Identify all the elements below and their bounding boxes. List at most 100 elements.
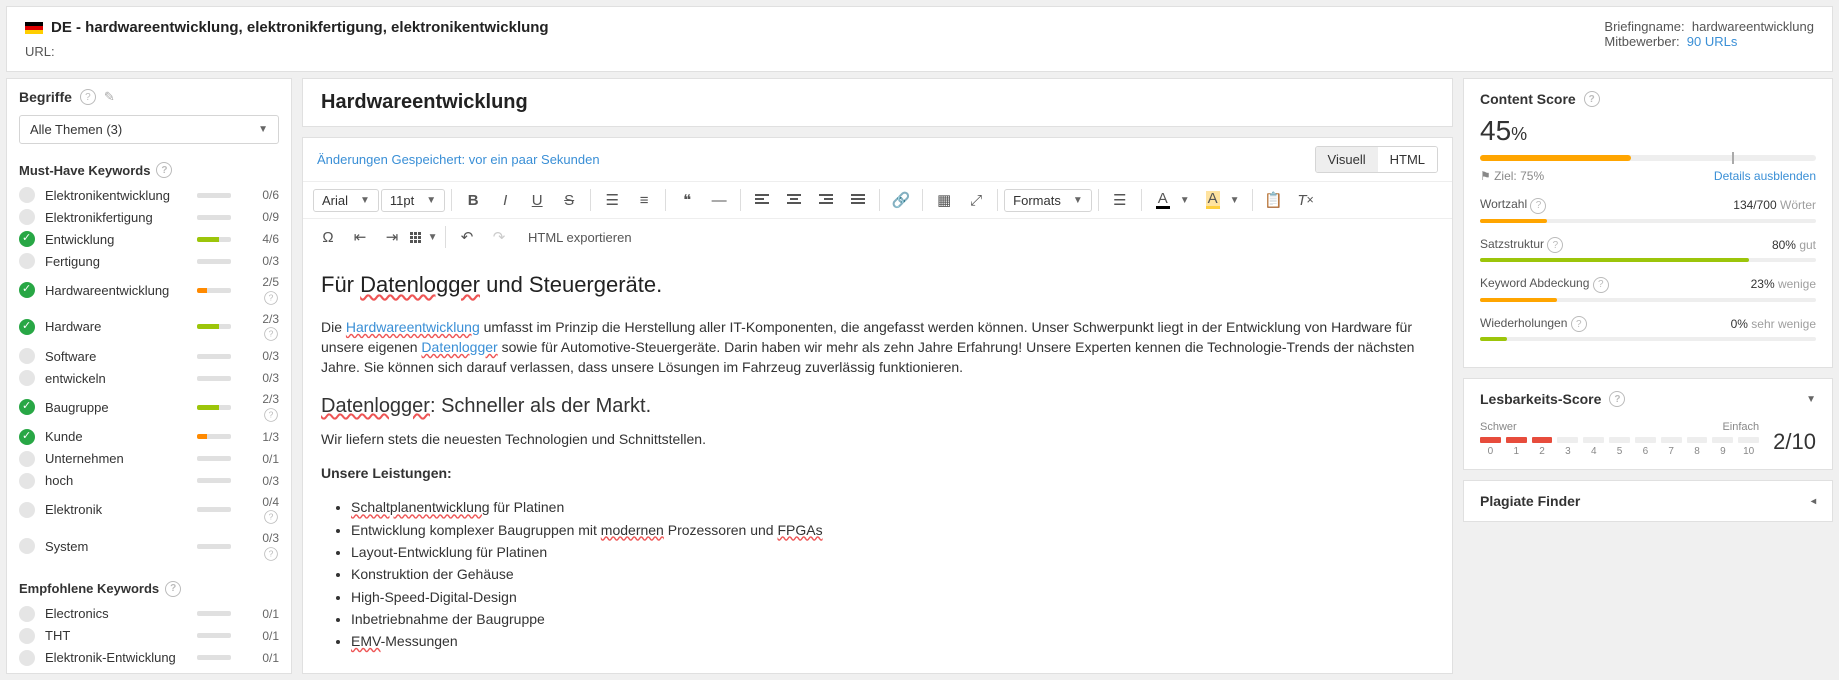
keyword-row[interactable]: Elektronik-Entwicklung 0/1 — [19, 647, 279, 669]
readability-tick: 9 — [1712, 446, 1733, 457]
header-title: DE - hardwareentwicklung, elektronikfert… — [51, 19, 549, 36]
help-icon[interactable]: ? — [156, 162, 172, 178]
tab-visual[interactable]: Visuell — [1316, 147, 1378, 172]
help-icon[interactable]: ? — [1584, 91, 1600, 107]
keyword-row[interactable]: Entwicklung 4/6 — [19, 228, 279, 250]
help-icon[interactable]: ? — [1593, 277, 1609, 293]
keyword-ratio: 0/1 — [245, 607, 279, 621]
content-h2: Für Datenlogger und Steuergeräte. — [321, 269, 1434, 301]
help-icon[interactable]: ? — [264, 327, 278, 341]
table-button[interactable]: ▼ — [409, 223, 439, 251]
keyword-row[interactable]: Electronics 0/1 — [19, 603, 279, 625]
italic-button[interactable]: I — [490, 186, 520, 214]
plagiarism-panel[interactable]: Plagiate Finder ◂ — [1463, 480, 1833, 522]
help-icon[interactable]: ? — [264, 291, 278, 305]
page-header: DE - hardwareentwicklung, elektronikfert… — [6, 6, 1833, 72]
readability-hard-label: Schwer — [1480, 421, 1517, 433]
status-dot-icon — [19, 209, 35, 225]
help-icon[interactable]: ? — [1571, 316, 1587, 332]
fullscreen-button[interactable]: ⤢ — [961, 186, 991, 214]
keyword-row[interactable]: Baugruppe 2/3 ? — [19, 389, 279, 426]
formats-select[interactable]: Formats▼ — [1004, 189, 1092, 212]
keyword-row[interactable]: Elektronikfertigung 0/9 — [19, 206, 279, 228]
readability-score: 2/10 — [1773, 429, 1816, 455]
chevron-down-icon[interactable]: ▼ — [1180, 195, 1190, 206]
keyword-name: Elektronik-Entwicklung — [45, 650, 197, 665]
metric-value: 80% — [1772, 238, 1796, 252]
paste-button[interactable]: 📋 — [1259, 186, 1289, 214]
topic-dropdown[interactable]: Alle Themen (3) ▼ — [19, 115, 279, 144]
metric-tag: Wörter — [1780, 198, 1816, 212]
special-char-button[interactable]: Ω — [313, 223, 343, 251]
text-color-button[interactable]: A — [1148, 186, 1178, 214]
url-label: URL: — [25, 44, 55, 59]
metric-tag: wenige — [1778, 277, 1816, 291]
metric-label: Keyword Abdeckung ? — [1480, 276, 1609, 293]
briefing-label: Briefingname: — [1604, 19, 1684, 34]
keyword-row[interactable]: Fertigung 0/3 — [19, 250, 279, 272]
details-toggle[interactable]: Details ausblenden — [1714, 169, 1816, 183]
align-center-button[interactable] — [779, 186, 809, 214]
keyword-name: Baugruppe — [45, 400, 197, 415]
chevron-down-icon[interactable]: ▼ — [1806, 394, 1816, 405]
help-icon[interactable]: ? — [1609, 391, 1625, 407]
keyword-row[interactable]: Hardwareentwicklung 2/5 ? — [19, 272, 279, 309]
underline-button[interactable]: U — [522, 186, 552, 214]
content-p2: Wir liefern stets die neuesten Technolog… — [321, 429, 1434, 449]
font-size-select[interactable]: 11pt▼ — [381, 189, 445, 212]
justify-button[interactable]: ☰ — [1105, 186, 1135, 214]
keyword-name: Elektronikfertigung — [45, 210, 197, 225]
chevron-down-icon[interactable]: ▼ — [1230, 195, 1240, 206]
keyword-ratio: 0/9 — [245, 210, 279, 224]
align-right-button[interactable] — [811, 186, 841, 214]
keyword-row[interactable]: Software 0/3 — [19, 345, 279, 367]
keyword-bar — [197, 478, 231, 483]
clear-format-button[interactable]: T× — [1291, 186, 1321, 214]
keyword-row[interactable]: Hardware 2/3 ? — [19, 309, 279, 346]
help-icon[interactable]: ? — [1547, 237, 1563, 253]
redo-button[interactable]: ↷ — [484, 223, 514, 251]
align-left-button[interactable] — [747, 186, 777, 214]
numbered-list-button[interactable]: ≡ — [629, 186, 659, 214]
help-icon[interactable]: ? — [165, 581, 181, 597]
strike-button[interactable]: S — [554, 186, 584, 214]
keyword-bar — [197, 354, 231, 359]
tab-html[interactable]: HTML — [1378, 147, 1437, 172]
align-justify-button[interactable] — [843, 186, 873, 214]
keyword-bar — [197, 405, 231, 410]
help-icon[interactable]: ? — [1530, 198, 1546, 214]
hr-button[interactable]: — — [704, 186, 734, 214]
metric-label: Wiederholungen ? — [1480, 316, 1587, 333]
competitors-link[interactable]: 90 URLs — [1687, 34, 1738, 49]
indent-button[interactable]: ⇥ — [377, 223, 407, 251]
editor-content[interactable]: Für Datenlogger und Steuergeräte. Die Ha… — [303, 255, 1452, 673]
readability-segment — [1635, 437, 1656, 443]
readability-panel: Lesbarkeits-Score ? ▼ Schwer Einfach 012… — [1463, 378, 1833, 470]
readability-segment — [1506, 437, 1527, 443]
keyword-row[interactable]: hoch 0/3 — [19, 470, 279, 492]
undo-button[interactable]: ↶ — [452, 223, 482, 251]
help-icon[interactable]: ? — [264, 408, 278, 422]
keyword-row[interactable]: System 0/3 ? — [19, 528, 279, 565]
help-icon[interactable]: ? — [80, 89, 96, 105]
keyword-row[interactable]: Elektronikentwicklung 0/6 — [19, 184, 279, 206]
keyword-row[interactable]: Elektronik 0/4 ? — [19, 492, 279, 529]
keyword-row[interactable]: Unternehmen 0/1 — [19, 448, 279, 470]
readability-segment — [1557, 437, 1578, 443]
outdent-button[interactable]: ⇤ — [345, 223, 375, 251]
keyword-name: entwickeln — [45, 371, 197, 386]
link-button[interactable]: 🔗 — [886, 186, 916, 214]
export-html-link[interactable]: HTML exportieren — [528, 230, 632, 245]
font-family-select[interactable]: Arial▼ — [313, 189, 379, 212]
blockquote-button[interactable]: ❝ — [672, 186, 702, 214]
image-button[interactable]: ▦ — [929, 186, 959, 214]
keyword-row[interactable]: THT 0/1 — [19, 625, 279, 647]
keyword-row[interactable]: entwickeln 0/3 — [19, 367, 279, 389]
bg-color-button[interactable]: A — [1198, 186, 1228, 214]
edit-icon[interactable]: ✎ — [104, 89, 115, 105]
bullet-list-button[interactable]: ☰ — [597, 186, 627, 214]
help-icon[interactable]: ? — [264, 547, 278, 561]
keyword-row[interactable]: Kunde 1/3 — [19, 426, 279, 448]
bold-button[interactable]: B — [458, 186, 488, 214]
help-icon[interactable]: ? — [264, 510, 278, 524]
